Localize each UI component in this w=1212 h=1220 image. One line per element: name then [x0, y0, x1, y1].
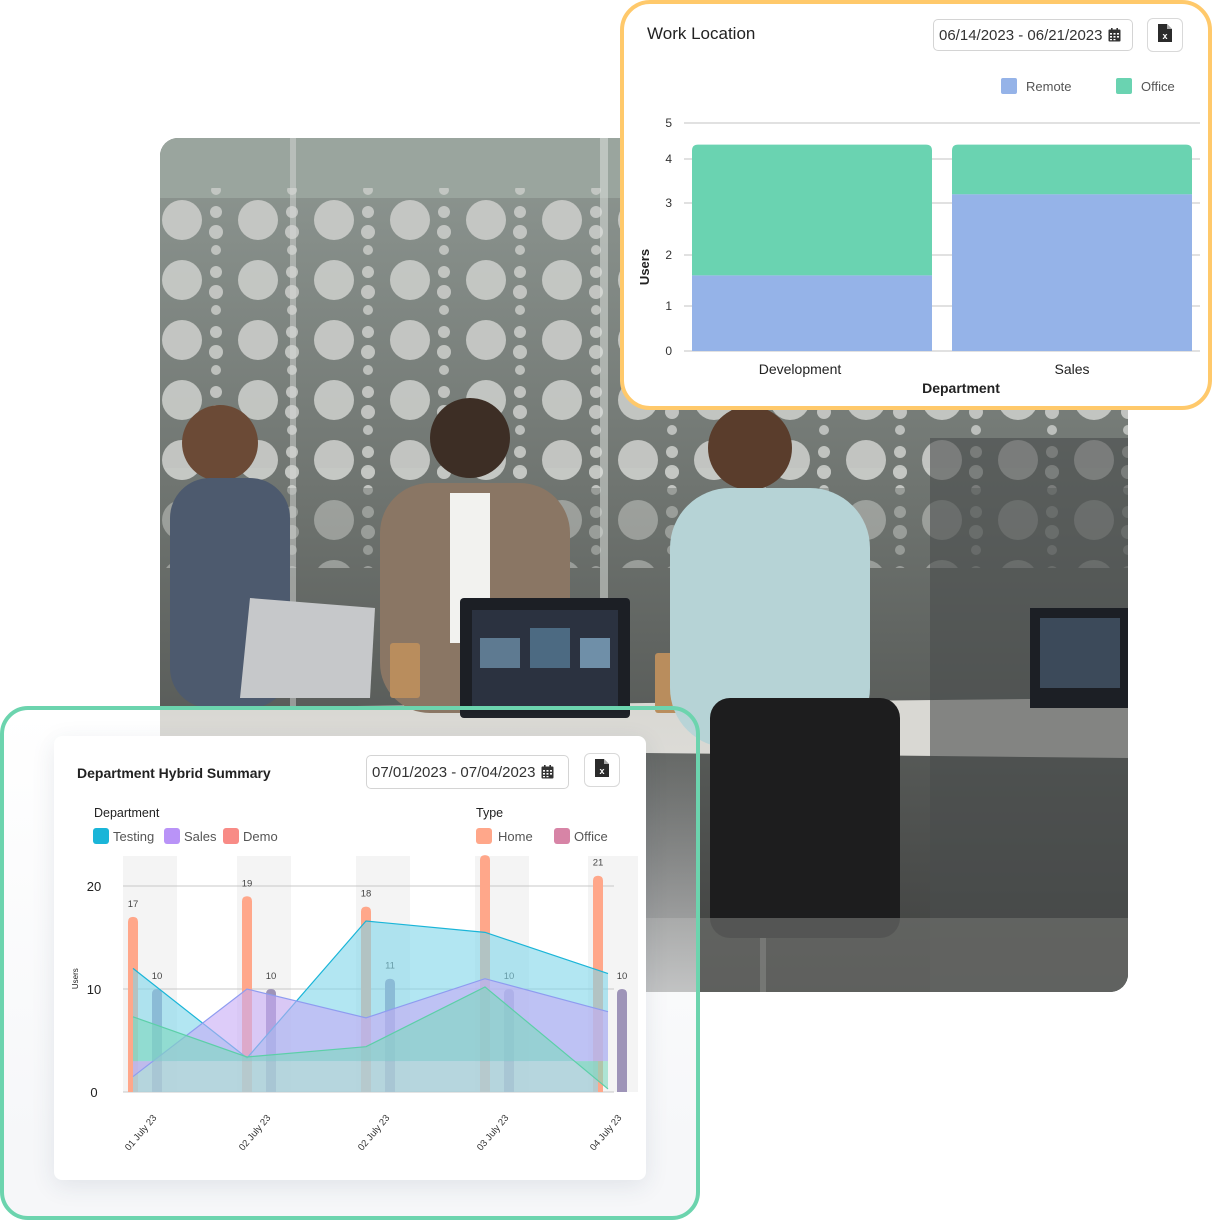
bar-office — [617, 989, 627, 1092]
legend-swatch-office-type — [554, 828, 570, 844]
y-tick-label: 0 — [90, 1085, 97, 1100]
work-location-export-button[interactable]: x — [1147, 18, 1183, 52]
legend-label-testing: Testing — [113, 828, 155, 844]
bar-segment-remote — [692, 275, 932, 351]
bar-segment-office — [952, 144, 1192, 195]
legend-swatch-home — [476, 828, 492, 844]
x-tick-label: 03 July 23 — [475, 1113, 511, 1153]
legend-testing[interactable]: Testing — [93, 828, 154, 844]
x-axis-label: Department — [922, 380, 1000, 396]
bar-segment-office — [692, 144, 932, 276]
legend-label-sales: Sales — [184, 828, 217, 844]
department-hybrid-title: Department Hybrid Summary — [77, 765, 271, 781]
date-range-value: 06/14/2023 - 06/21/2023 — [939, 26, 1103, 44]
x-tick-label: 04 July 23 — [588, 1113, 624, 1153]
legend-sales[interactable]: Sales — [164, 828, 217, 844]
bar-value-label: 19 — [242, 878, 253, 889]
work-location-card: Work Location 06/14/2023 - 06/21/2023 x … — [620, 0, 1212, 410]
x-tick-label: 02 July 23 — [356, 1113, 392, 1153]
legend-home[interactable]: Home — [476, 828, 533, 844]
y-tick-label: 1 — [665, 299, 672, 313]
legend-remote: Remote — [1001, 78, 1072, 94]
baseline-band — [133, 1061, 598, 1092]
y-tick-label: 10 — [87, 982, 101, 997]
bar-value-label: 21 — [593, 858, 604, 869]
svg-text:x: x — [1162, 31, 1167, 41]
date-range-value: 07/01/2023 - 07/04/2023 — [372, 763, 536, 781]
y-axis-label: Users — [71, 968, 80, 989]
excel-file-icon: x — [595, 758, 609, 782]
legend-swatch-sales — [164, 828, 180, 844]
legend-swatch-office — [1116, 78, 1132, 94]
excel-file-icon: x — [1158, 23, 1172, 47]
y-tick-label: 2 — [665, 248, 672, 262]
legend-label-office: Office — [1141, 78, 1175, 94]
y-tick-label: 20 — [87, 879, 101, 894]
calendar-icon — [1108, 28, 1121, 42]
work-location-title: Work Location — [647, 24, 756, 43]
legend-demo[interactable]: Demo — [223, 828, 278, 844]
department-hybrid-export-button[interactable]: x — [584, 753, 620, 787]
bar-segment-remote — [952, 194, 1192, 351]
calendar-icon — [541, 765, 554, 779]
y-tick-label: 0 — [665, 344, 672, 358]
y-tick-label: 5 — [665, 116, 672, 130]
work-location-date-range-picker[interactable]: 06/14/2023 - 06/21/2023 — [933, 19, 1133, 51]
legend-department-title: Department — [94, 806, 160, 820]
legend-swatch-testing — [93, 828, 109, 844]
x-tick-label: Development — [759, 361, 842, 377]
bar-value-label: 10 — [266, 971, 277, 982]
legend-office-type[interactable]: Office — [554, 828, 608, 844]
legend-label-demo: Demo — [243, 828, 278, 844]
work-location-chart: 0 1 2 3 4 5 Development Sales Department Users — [637, 116, 1200, 396]
legend-office: Office — [1116, 78, 1175, 94]
legend-label-office-type: Office — [574, 828, 608, 844]
bar-value-label: 18 — [361, 889, 372, 900]
department-hybrid-date-range-picker[interactable]: 07/01/2023 - 07/04/2023 — [366, 755, 569, 789]
bar-value-label: 10 — [152, 971, 163, 982]
x-tick-label: Sales — [1054, 361, 1089, 377]
x-tick-label: 02 July 23 — [237, 1113, 273, 1153]
bar-value-label: 23 — [480, 846, 491, 848]
department-hybrid-card: Department Hybrid Summary 07/01/2023 - 0… — [54, 736, 646, 1180]
y-axis-label: Users — [637, 249, 652, 285]
department-hybrid-chart: 01020Users1719182321101011101001 July 23… — [71, 846, 638, 1153]
svg-text:x: x — [599, 766, 604, 776]
y-tick-label: 4 — [665, 152, 672, 166]
legend-label-home: Home — [498, 828, 533, 844]
x-tick-label: 01 July 23 — [123, 1113, 159, 1153]
legend-swatch-demo — [223, 828, 239, 844]
bar-value-label: 10 — [617, 971, 628, 982]
legend-type-title: Type — [476, 806, 504, 820]
y-tick-label: 3 — [665, 196, 672, 210]
legend-swatch-remote — [1001, 78, 1017, 94]
legend-label-remote: Remote — [1026, 78, 1072, 94]
bar-value-label: 17 — [128, 899, 139, 910]
